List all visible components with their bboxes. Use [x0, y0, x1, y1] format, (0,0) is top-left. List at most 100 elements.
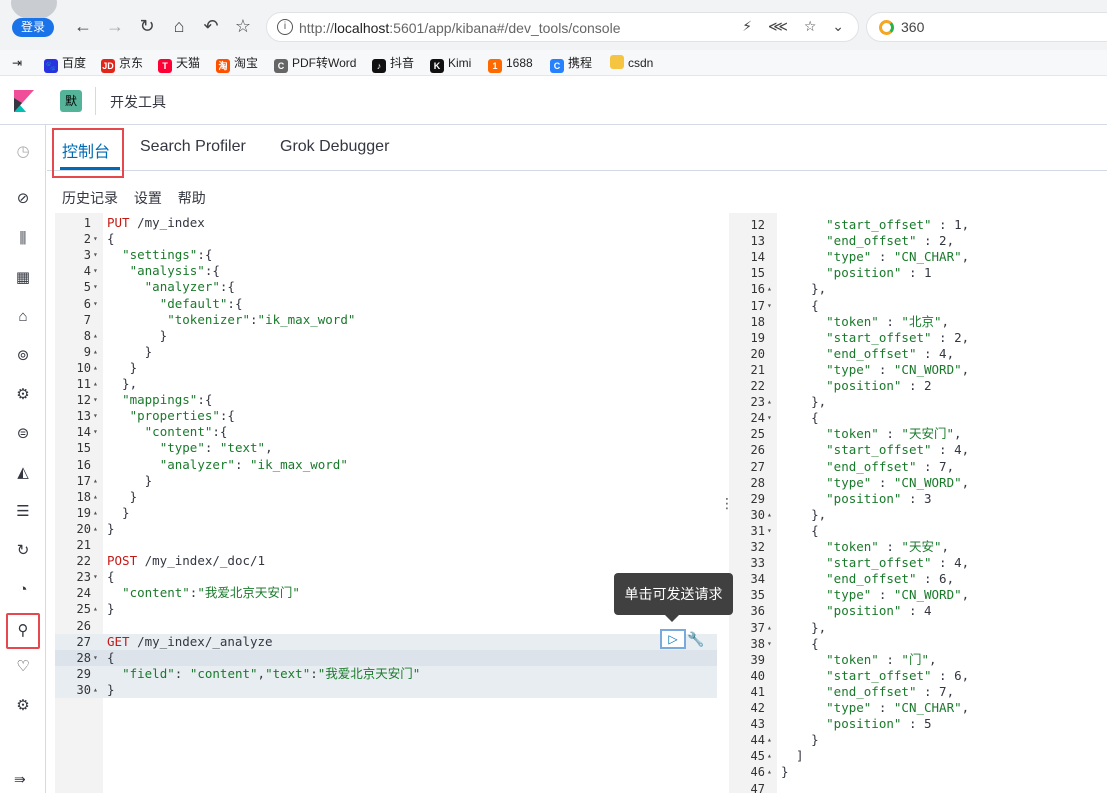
code-line[interactable]: 5 ▾ "analyzer":{ [55, 279, 717, 295]
fold-toggle-icon[interactable]: ▾ [93, 296, 98, 312]
code-line[interactable]: 15 "type": "text", [55, 440, 717, 456]
undo-icon[interactable]: ↶ [200, 15, 222, 37]
code-line[interactable]: 1 PUT /my_index [55, 215, 717, 231]
fold-toggle-icon[interactable]: ▴ [93, 473, 98, 489]
fold-toggle-icon[interactable]: ▾ [767, 523, 772, 539]
code-line[interactable]: 12 "start_offset" : 1, [729, 217, 1107, 233]
request-editor[interactable]: 1 PUT /my_index 2 ▾{3 ▾ "settings":{4 ▾ "anal… [55, 213, 717, 793]
logs-icon[interactable]: ◭ [14, 464, 32, 482]
code-line[interactable]: 3 ▾ "settings":{ [55, 247, 717, 263]
visualize-icon[interactable]: ⫼ [14, 230, 32, 248]
fold-toggle-icon[interactable]: ▾ [93, 279, 98, 295]
code-line[interactable]: 44 ▴ } [729, 732, 1107, 748]
tab-console[interactable]: 控制台 [62, 138, 110, 162]
code-line[interactable]: 40 "start_offset" : 6, [729, 668, 1107, 684]
help-link[interactable]: 帮助 [178, 190, 206, 206]
code-line[interactable]: 38 ▾ { [729, 636, 1107, 652]
code-line[interactable]: 29 "field": "content","text":"我爱北京天安门" [55, 665, 717, 682]
code-line[interactable]: 30 ▴ }, [729, 507, 1107, 523]
fold-toggle-icon[interactable]: ▴ [767, 620, 772, 636]
response-output[interactable]: 12 "start_offset" : 1, 13 "end_offset" : … [729, 213, 1107, 796]
code-line[interactable]: 41 "end_offset" : 7, [729, 684, 1107, 700]
code-line[interactable]: 16 "analyzer": "ik_max_word" [55, 457, 717, 473]
code-line[interactable]: 32 "token" : "天安", [729, 539, 1107, 555]
avatar[interactable] [11, 0, 57, 20]
fold-toggle-icon[interactable]: ▾ [93, 424, 98, 440]
code-line[interactable]: 12 ▾ "mappings":{ [55, 392, 717, 408]
code-line[interactable]: 28 "type" : "CN_WORD", [729, 475, 1107, 491]
code-line[interactable]: 13 "end_offset" : 2, [729, 233, 1107, 249]
siem-icon[interactable]: ◔ [14, 581, 32, 599]
code-line[interactable]: 31 ▾ { [729, 523, 1107, 539]
fold-toggle-icon[interactable]: ▾ [93, 247, 98, 263]
code-line[interactable]: 17 ▾ { [729, 298, 1107, 314]
code-line[interactable]: 42 "type" : "CN_CHAR", [729, 700, 1107, 716]
code-line[interactable]: 29 "position" : 3 [729, 491, 1107, 507]
code-line[interactable]: 19 ▴ } [55, 505, 717, 521]
code-line[interactable]: 18 ▴ } [55, 489, 717, 505]
fold-toggle-icon[interactable]: ▾ [93, 569, 98, 585]
code-line[interactable]: 21 "type" : "CN_WORD", [729, 362, 1107, 378]
apm-icon[interactable]: ☰ [14, 503, 32, 521]
bookmark-item[interactable]: K Kimi [430, 54, 471, 73]
code-line[interactable]: 22 "position" : 2 [729, 378, 1107, 394]
code-line[interactable]: 15 "position" : 1 [729, 265, 1107, 281]
infrastructure-icon[interactable]: ⊜ [14, 425, 32, 443]
code-line[interactable]: 17 ▴ } [55, 473, 717, 489]
code-line[interactable]: 27 "end_offset" : 7, [729, 459, 1107, 475]
code-line[interactable]: 27 GET /my_index/_analyze [55, 633, 717, 650]
fold-toggle-icon[interactable]: ▴ [93, 521, 98, 537]
clock-icon[interactable]: ◷ [14, 143, 32, 161]
fold-toggle-icon[interactable]: ▾ [767, 298, 772, 314]
back-icon[interactable]: ← [72, 15, 94, 37]
code-line[interactable]: 4 ▾ "analysis":{ [55, 263, 717, 279]
address-tools-icons[interactable]: ⚡ ⋘ ☆ ⌄ [742, 18, 850, 35]
maps-icon[interactable]: ⊚ [14, 347, 32, 365]
code-line[interactable]: 30 ▴} [55, 681, 717, 698]
bookmark-item[interactable]: ♪ 抖音 [372, 54, 414, 73]
forward-icon[interactable]: → [104, 15, 126, 37]
management-icon[interactable]: ⚙ [14, 697, 32, 715]
code-line[interactable]: 33 "start_offset" : 4, [729, 555, 1107, 571]
fold-toggle-icon[interactable]: ▾ [93, 231, 98, 247]
bookmark-item[interactable]: T 天猫 [158, 54, 200, 73]
code-line[interactable]: 11 ▴ }, [55, 376, 717, 392]
code-line[interactable]: 20 "end_offset" : 4, [729, 346, 1107, 362]
fold-toggle-icon[interactable]: ▾ [93, 392, 98, 408]
fold-toggle-icon[interactable]: ▾ [767, 636, 772, 652]
code-line[interactable]: 45 ▴ ] [729, 748, 1107, 764]
settings-link[interactable]: 设置 [134, 190, 162, 206]
fold-toggle-icon[interactable]: ▾ [767, 410, 772, 426]
fold-toggle-icon[interactable]: ▴ [93, 328, 98, 344]
compass-icon[interactable]: ⊘ [14, 190, 32, 208]
dev-tools-icon[interactable]: ⚲ [14, 622, 32, 640]
sidebar-toggle-icon[interactable]: ⇥ [12, 54, 22, 72]
code-line[interactable]: 43 "position" : 5 [729, 716, 1107, 732]
code-line[interactable]: 26 "start_offset" : 4, [729, 442, 1107, 458]
bookmark-star-icon[interactable]: ☆ [232, 15, 254, 37]
code-line[interactable]: 26 [55, 618, 717, 634]
code-line[interactable]: 24 ▾ { [729, 410, 1107, 426]
fold-toggle-icon[interactable]: ▴ [767, 732, 772, 748]
space-avatar[interactable]: 默 [60, 90, 82, 112]
fold-toggle-icon[interactable]: ▴ [767, 748, 772, 764]
code-line[interactable]: 7 "tokenizer":"ik_max_word" [55, 312, 717, 328]
fold-toggle-icon[interactable]: ▴ [93, 344, 98, 360]
reload-icon[interactable]: ↻ [136, 15, 158, 37]
bookmark-item[interactable]: C PDF转Word [274, 54, 356, 73]
fold-toggle-icon[interactable]: ▴ [767, 764, 772, 780]
code-line[interactable]: 2 ▾ { [55, 231, 717, 247]
code-line[interactable]: 37 ▴ }, [729, 620, 1107, 636]
code-line[interactable]: 6 ▾ "default":{ [55, 296, 717, 312]
collapse-icon[interactable]: ⇛ [14, 771, 26, 788]
fold-toggle-icon[interactable]: ▴ [93, 682, 98, 698]
send-request-button[interactable]: ▷ [660, 629, 686, 649]
home-icon[interactable]: ⌂ [168, 15, 190, 37]
fold-toggle-icon[interactable]: ▴ [93, 360, 98, 376]
bookmark-item[interactable]: csdn [610, 54, 653, 72]
code-line[interactable]: 35 "type" : "CN_WORD", [729, 587, 1107, 603]
code-line[interactable]: 22 POST /my_index/_doc/1 [55, 553, 717, 569]
code-line[interactable]: 20 ▴} [55, 521, 717, 537]
fold-toggle-icon[interactable]: ▴ [767, 281, 772, 297]
login-button[interactable]: 登录 [12, 18, 54, 37]
